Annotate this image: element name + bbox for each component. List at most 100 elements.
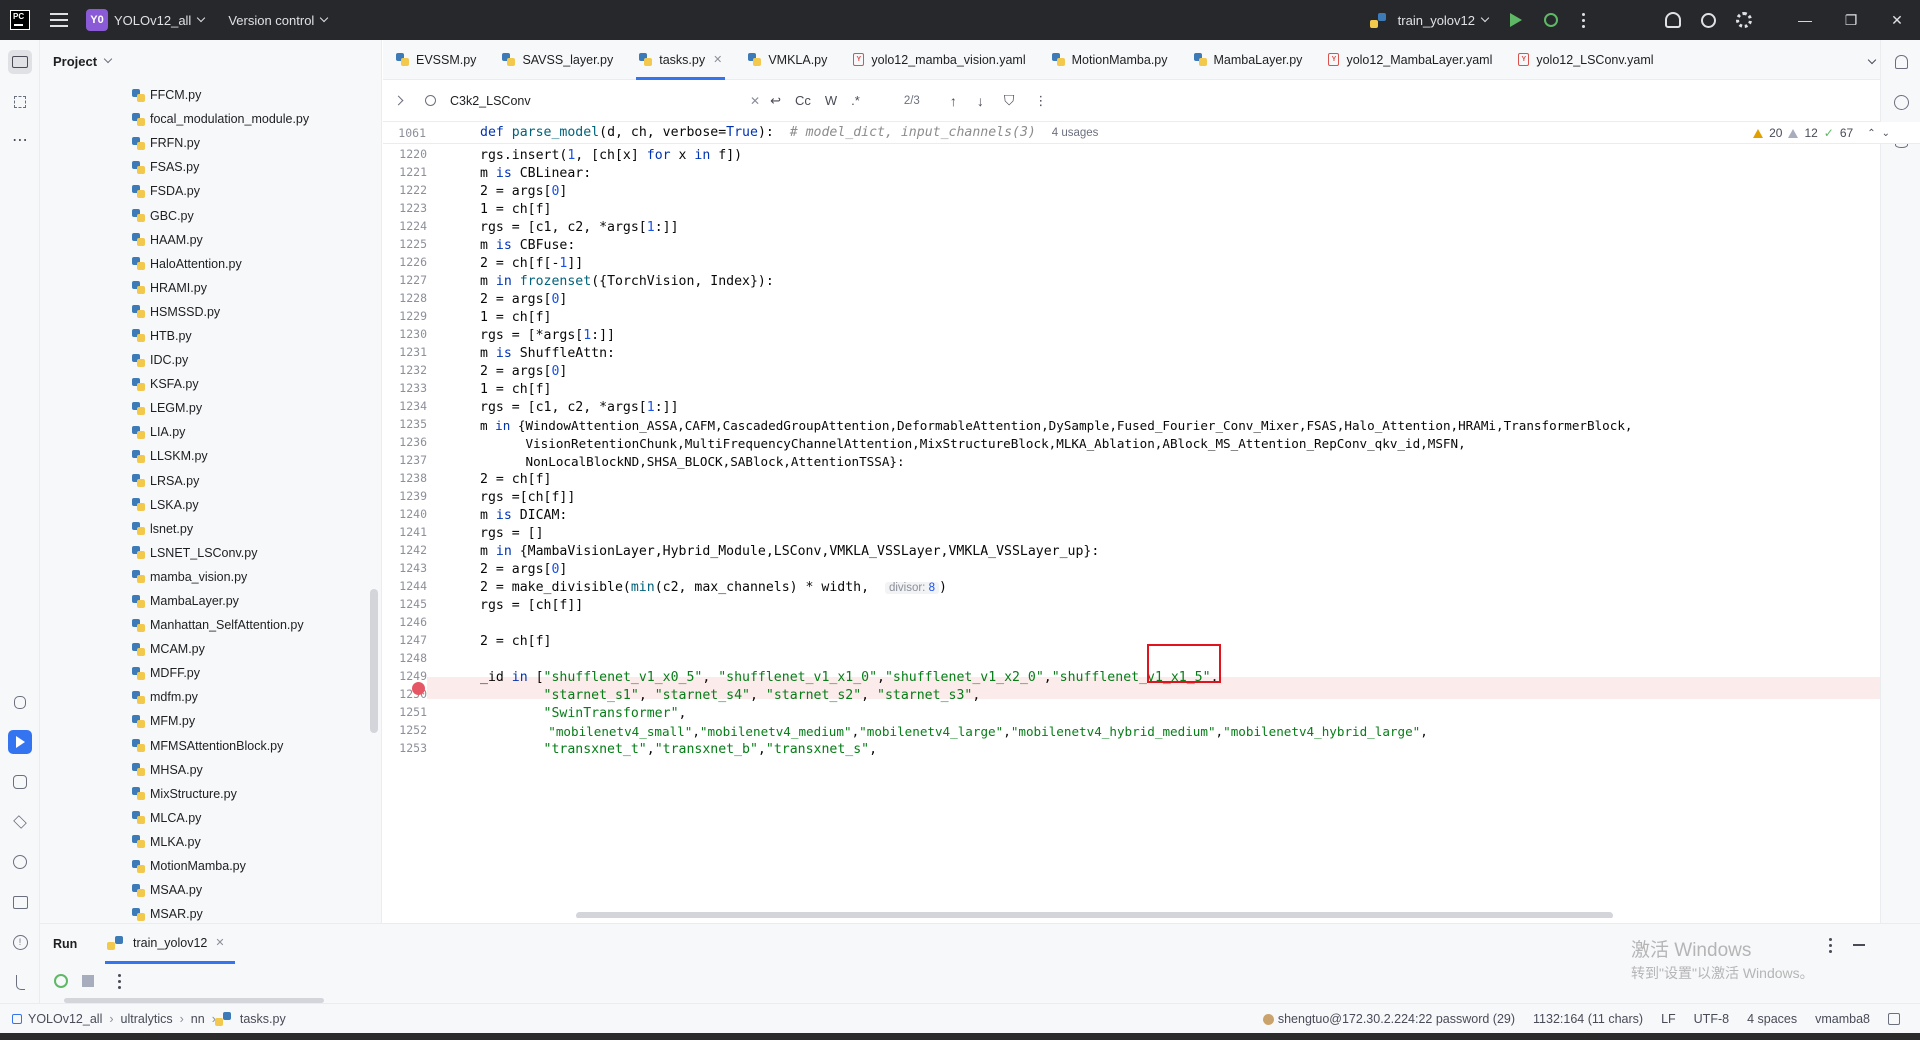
- problems-icon[interactable]: !: [8, 930, 32, 954]
- file-tree-item[interactable]: MSAA.py: [40, 878, 375, 902]
- close-tab-icon[interactable]: ✕: [713, 53, 722, 66]
- file-tree-item[interactable]: mamba_vision.py: [40, 565, 375, 589]
- breakpoint-icon[interactable]: [412, 682, 425, 695]
- next-match-icon[interactable]: ↓: [977, 93, 984, 109]
- file-tree-item[interactable]: FSAS.py: [40, 155, 375, 179]
- debug-tool-icon[interactable]: [8, 690, 32, 714]
- previous-highlight-icon[interactable]: ⌃: [1867, 128, 1875, 139]
- line-number[interactable]: 1225: [383, 237, 427, 251]
- rerun-icon[interactable]: [54, 974, 68, 988]
- project-panel-header[interactable]: Project: [40, 40, 381, 82]
- add-user-icon[interactable]: [1665, 12, 1681, 28]
- line-separator[interactable]: LF: [1661, 1012, 1676, 1026]
- run-options-icon[interactable]: [1829, 938, 1832, 953]
- restore-button[interactable]: ❐: [1828, 0, 1874, 40]
- file-tree-item[interactable]: MDFF.py: [40, 661, 375, 685]
- file-tree-item[interactable]: LSKA.py: [40, 493, 375, 517]
- file-tree-item[interactable]: MCAM.py: [40, 637, 375, 661]
- run-config-selector[interactable]: train_yolov12: [1378, 0, 1490, 40]
- file-tree-item[interactable]: MixStructure.py: [40, 782, 375, 806]
- editor-horizontal-scrollbar[interactable]: [576, 912, 1613, 918]
- line-number[interactable]: 1222: [383, 183, 427, 197]
- clear-search-icon[interactable]: ✕: [750, 94, 760, 108]
- previous-match-icon[interactable]: ↑: [950, 93, 957, 109]
- lock-icon[interactable]: [1888, 1013, 1900, 1025]
- code-line[interactable]: rgs = [ch[f]]: [480, 595, 583, 617]
- settings-gear-icon[interactable]: [1736, 12, 1752, 28]
- python-interpreter[interactable]: vmamba8: [1815, 1012, 1870, 1026]
- python-console-icon[interactable]: [8, 770, 32, 794]
- structure-icon[interactable]: [8, 90, 32, 114]
- file-tree-item[interactable]: MHSA.py: [40, 758, 375, 782]
- editor-tab[interactable]: Yyolo12_mamba_vision.yaml: [840, 40, 1038, 80]
- line-number[interactable]: 1227: [383, 273, 427, 287]
- file-tree-item[interactable]: IDC.py: [40, 348, 375, 372]
- line-number[interactable]: 1248: [383, 651, 427, 665]
- line-number[interactable]: 1242: [383, 543, 427, 557]
- editor-tab[interactable]: SAVSS_layer.py: [489, 40, 626, 80]
- file-tree-item[interactable]: Manhattan_SelfAttention.py: [40, 613, 375, 637]
- file-tree-item[interactable]: MambaLayer.py: [40, 589, 375, 613]
- editor-tab[interactable]: EVSSM.py: [383, 40, 489, 80]
- file-tree-item[interactable]: LLSKM.py: [40, 444, 375, 468]
- ai-assistant-icon[interactable]: [1889, 90, 1913, 114]
- editor-tab[interactable]: MotionMamba.py: [1039, 40, 1181, 80]
- remote-host-widget[interactable]: shengtuo@172.30.2.224:22 password (29): [1262, 1012, 1515, 1026]
- editor-tab[interactable]: tasks.py ✕: [626, 40, 735, 80]
- file-tree-item[interactable]: FFCM.py: [40, 83, 375, 107]
- whole-word-toggle[interactable]: W: [825, 93, 837, 108]
- line-number[interactable]: 1234: [383, 399, 427, 413]
- match-case-toggle[interactable]: Cc: [795, 93, 811, 108]
- find-input[interactable]: [450, 93, 750, 108]
- search-icon[interactable]: [1701, 12, 1716, 28]
- notifications-bell-icon[interactable]: [1889, 50, 1913, 74]
- file-tree-item[interactable]: focal_modulation_module.py: [40, 107, 375, 131]
- line-number[interactable]: 1230: [383, 327, 427, 341]
- run-icon[interactable]: [1510, 13, 1522, 27]
- vcs-selector[interactable]: Version control: [222, 0, 329, 40]
- close-window-button[interactable]: ✕: [1874, 0, 1920, 40]
- line-number[interactable]: 1246: [383, 615, 427, 629]
- main-menu-icon[interactable]: [50, 13, 68, 27]
- file-tree-item[interactable]: MLCA.py: [40, 806, 375, 830]
- line-number[interactable]: 1220: [383, 147, 427, 161]
- code-line[interactable]: 2 = ch[f]: [480, 631, 551, 653]
- line-number[interactable]: 1226: [383, 255, 427, 269]
- line-number[interactable]: 1253: [383, 741, 427, 755]
- python-packages-icon[interactable]: [8, 810, 32, 834]
- breadcrumb-folder[interactable]: ultralytics: [121, 1012, 173, 1026]
- line-number[interactable]: 1231: [383, 345, 427, 359]
- git-branch-icon[interactable]: [8, 970, 32, 994]
- line-number[interactable]: 1223: [383, 201, 427, 215]
- sticky-header[interactable]: 1061 def parse_model(d, ch, verbose=True…: [383, 122, 1920, 144]
- project-selector[interactable]: YOLOv12_all: [108, 0, 206, 40]
- line-number[interactable]: 1233: [383, 381, 427, 395]
- editor-tab[interactable]: MambaLayer.py: [1181, 40, 1316, 80]
- line-number[interactable]: 1239: [383, 489, 427, 503]
- file-tree-item[interactable]: LRSA.py: [40, 469, 375, 493]
- line-number[interactable]: 1238: [383, 471, 427, 485]
- project-scrollbar[interactable]: [370, 589, 378, 733]
- breadcrumb-subfolder[interactable]: nn: [191, 1012, 205, 1026]
- file-tree-item[interactable]: LIA.py: [40, 420, 375, 444]
- usages-hint[interactable]: 4 usages: [1052, 127, 1099, 139]
- file-tree-item[interactable]: MotionMamba.py: [40, 854, 375, 878]
- run-tool-icon[interactable]: [8, 730, 32, 754]
- file-tree-item[interactable]: HaloAttention.py: [40, 252, 375, 276]
- line-number[interactable]: 1232: [383, 363, 427, 377]
- file-tree-item[interactable]: FSDA.py: [40, 179, 375, 203]
- caret-position[interactable]: 1132:164 (11 chars): [1533, 1012, 1643, 1026]
- line-number[interactable]: 1241: [383, 525, 427, 539]
- line-number[interactable]: 1243: [383, 561, 427, 575]
- line-number[interactable]: 1240: [383, 507, 427, 521]
- breadcrumb-file[interactable]: tasks.py: [240, 1012, 286, 1026]
- hide-panel-icon[interactable]: [1853, 944, 1865, 946]
- line-number[interactable]: 1247: [383, 633, 427, 647]
- line-number[interactable]: 1245: [383, 597, 427, 611]
- next-highlight-icon[interactable]: ⌄: [1882, 128, 1890, 139]
- find-more-icon[interactable]: ⋮: [1034, 93, 1047, 109]
- line-number[interactable]: 1237: [383, 453, 427, 467]
- line-number[interactable]: 1224: [383, 219, 427, 233]
- project-folder-icon[interactable]: [8, 50, 32, 74]
- file-tree-item[interactable]: HTB.py: [40, 324, 375, 348]
